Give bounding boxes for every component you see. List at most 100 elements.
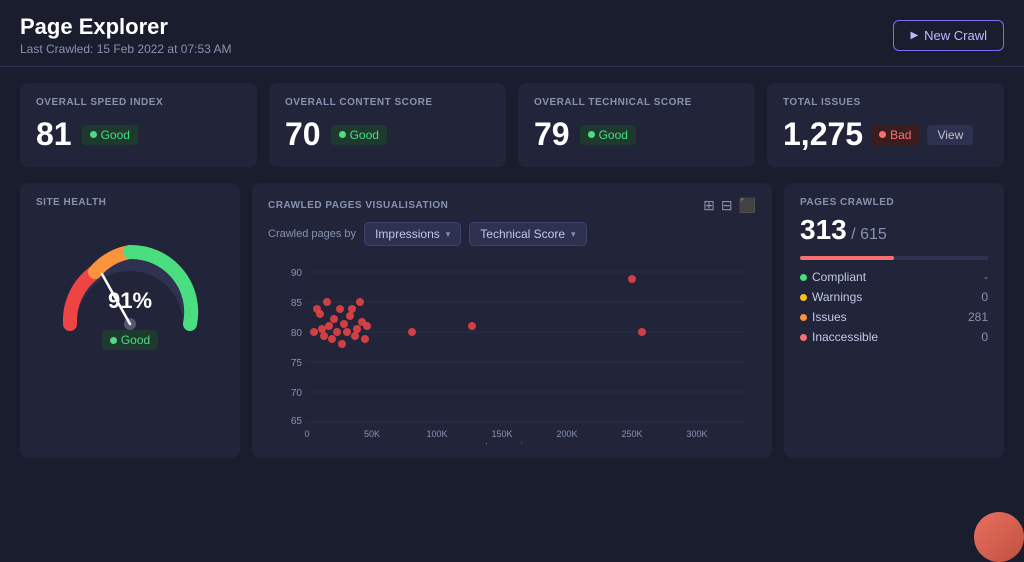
viz-icon-grid[interactable]: ⊞ (703, 197, 715, 214)
technical-badge-dot (588, 131, 595, 138)
gauge-container: 91% (50, 224, 210, 324)
technical-score-label: OVERALL TECHNICAL SCORE (534, 97, 739, 108)
total-issues-value-row: 1,275 Bad View (783, 116, 988, 153)
main-content: OVERALL SPEED INDEX 81 Good OVERALL CONT… (0, 67, 1024, 474)
technical-score-value: 79 (534, 116, 570, 153)
technical-score-dropdown-label: Technical Score (480, 227, 565, 241)
technical-badge-label: Good (599, 128, 628, 142)
stat-inaccessible: Inaccessible 0 (800, 330, 988, 344)
svg-text:75: 75 (291, 358, 303, 369)
svg-text:100K: 100K (426, 429, 447, 439)
stat-compliant-label: Compliant (812, 270, 866, 284)
site-health-card: SITE HEALTH 91% (20, 183, 240, 458)
page-title: Page Explorer (20, 14, 231, 40)
last-crawled: Last Crawled: 15 Feb 2022 at 07:53 AM (20, 42, 231, 56)
svg-text:150K: 150K (491, 429, 512, 439)
stat-inaccessible-value: 0 (981, 330, 988, 344)
dot-warnings (800, 294, 807, 301)
pages-crawled-label: PAGES CRAWLED (800, 197, 988, 208)
stat-compliant: Compliant - (800, 270, 988, 284)
pages-crawled-current: 313 (800, 214, 847, 245)
content-score-value: 70 (285, 116, 321, 153)
technical-score-dropdown-arrow: ▾ (571, 229, 576, 240)
technical-score-badge: Good (580, 125, 636, 145)
content-badge-label: Good (350, 128, 379, 142)
viz-icon-download[interactable]: ⬛ (739, 197, 756, 214)
score-cards-row: OVERALL SPEED INDEX 81 Good OVERALL CONT… (20, 83, 1004, 167)
svg-text:0: 0 (304, 429, 309, 439)
progress-fill (800, 256, 894, 260)
gauge-svg (50, 224, 210, 344)
technical-score-card: OVERALL TECHNICAL SCORE 79 Good (518, 83, 755, 167)
stat-issues-label-row: Issues (800, 310, 847, 324)
speed-index-badge: Good (82, 125, 138, 145)
total-issues-value: 1,275 (783, 116, 863, 153)
stat-inaccessible-label-row: Inaccessible (800, 330, 878, 344)
impressions-dropdown-arrow: ▾ (446, 229, 451, 240)
viz-icon-list[interactable]: ⊟ (721, 197, 733, 214)
chart-area: 90 85 80 75 70 65 0 (268, 254, 756, 444)
view-issues-button[interactable]: View (927, 125, 973, 145)
svg-text:300K: 300K (686, 429, 707, 439)
svg-text:90: 90 (291, 268, 303, 279)
speed-badge-label: Good (101, 128, 130, 142)
header: Page Explorer Last Crawled: 15 Feb 2022 … (0, 0, 1024, 67)
viz-icons: ⊞ ⊟ ⬛ (703, 197, 756, 214)
issues-badge-label: Bad (890, 128, 911, 142)
content-score-value-row: 70 Good (285, 116, 490, 153)
speed-badge-dot (90, 131, 97, 138)
pages-crawled-total: / 615 (851, 226, 887, 243)
svg-text:50K: 50K (364, 429, 380, 439)
content-score-badge: Good (331, 125, 387, 145)
issues-badge: Bad (871, 125, 919, 145)
stats-list: Compliant - Warnings 0 (800, 270, 988, 344)
speed-index-value: 81 (36, 116, 72, 153)
header-left: Page Explorer Last Crawled: 15 Feb 2022 … (20, 14, 231, 56)
new-crawl-label: New Crawl (924, 28, 987, 43)
content-score-card: OVERALL CONTENT SCORE 70 Good (269, 83, 506, 167)
play-icon: ▶ (910, 30, 918, 41)
viz-header: CRAWLED PAGES VISUALISATION ⊞ ⊟ ⬛ (268, 197, 756, 214)
gauge-percent: 91% (108, 288, 152, 314)
svg-text:65: 65 (291, 416, 303, 427)
stat-warnings-label: Warnings (812, 290, 862, 304)
stat-compliant-value: - (984, 270, 988, 284)
stat-compliant-label-row: Compliant (800, 270, 866, 284)
technical-score-dropdown[interactable]: Technical Score ▾ (469, 222, 586, 246)
site-health-label: SITE HEALTH (36, 197, 106, 208)
dot-inaccessible (800, 334, 807, 341)
speed-index-label: OVERALL SPEED INDEX (36, 97, 241, 108)
pages-crawled-card: PAGES CRAWLED 313 / 615 Compliant - (784, 183, 1004, 458)
issues-badge-dot (879, 131, 886, 138)
stat-inaccessible-label: Inaccessible (812, 330, 878, 344)
viz-title: CRAWLED PAGES VISUALISATION (268, 200, 448, 211)
total-issues-card: TOTAL ISSUES 1,275 Bad View (767, 83, 1004, 167)
technical-score-value-row: 79 Good (534, 116, 739, 153)
viz-controls: Crawled pages by Impressions ▾ Technical… (268, 222, 756, 246)
pages-crawled-numbers: 313 / 615 (800, 214, 988, 246)
stat-warnings-value: 0 (981, 290, 988, 304)
stat-issues-value: 281 (968, 310, 988, 324)
content-score-label: OVERALL CONTENT SCORE (285, 97, 490, 108)
dot-issues (800, 314, 807, 321)
stat-issues: Issues 281 (800, 310, 988, 324)
stat-warnings-label-row: Warnings (800, 290, 862, 304)
speed-index-value-row: 81 Good (36, 116, 241, 153)
stat-issues-label: Issues (812, 310, 847, 324)
avatar[interactable] (974, 512, 1024, 562)
svg-text:85: 85 (291, 298, 303, 309)
svg-text:80: 80 (291, 328, 303, 339)
svg-text:70: 70 (291, 388, 303, 399)
new-crawl-button[interactable]: ▶ New Crawl (893, 20, 1004, 51)
impressions-dropdown[interactable]: Impressions ▾ (364, 222, 461, 246)
svg-text:200K: 200K (556, 429, 577, 439)
bottom-row: SITE HEALTH 91% (20, 183, 1004, 458)
stat-warnings: Warnings 0 (800, 290, 988, 304)
impressions-dropdown-label: Impressions (375, 227, 440, 241)
svg-text:250K: 250K (621, 429, 642, 439)
viz-filter-label: Crawled pages by (268, 228, 356, 240)
total-issues-label: TOTAL ISSUES (783, 97, 988, 108)
crawled-pages-viz-card: CRAWLED PAGES VISUALISATION ⊞ ⊟ ⬛ Crawle… (252, 183, 772, 458)
speed-index-card: OVERALL SPEED INDEX 81 Good (20, 83, 257, 167)
chart-svg: 90 85 80 75 70 65 0 (268, 254, 756, 444)
